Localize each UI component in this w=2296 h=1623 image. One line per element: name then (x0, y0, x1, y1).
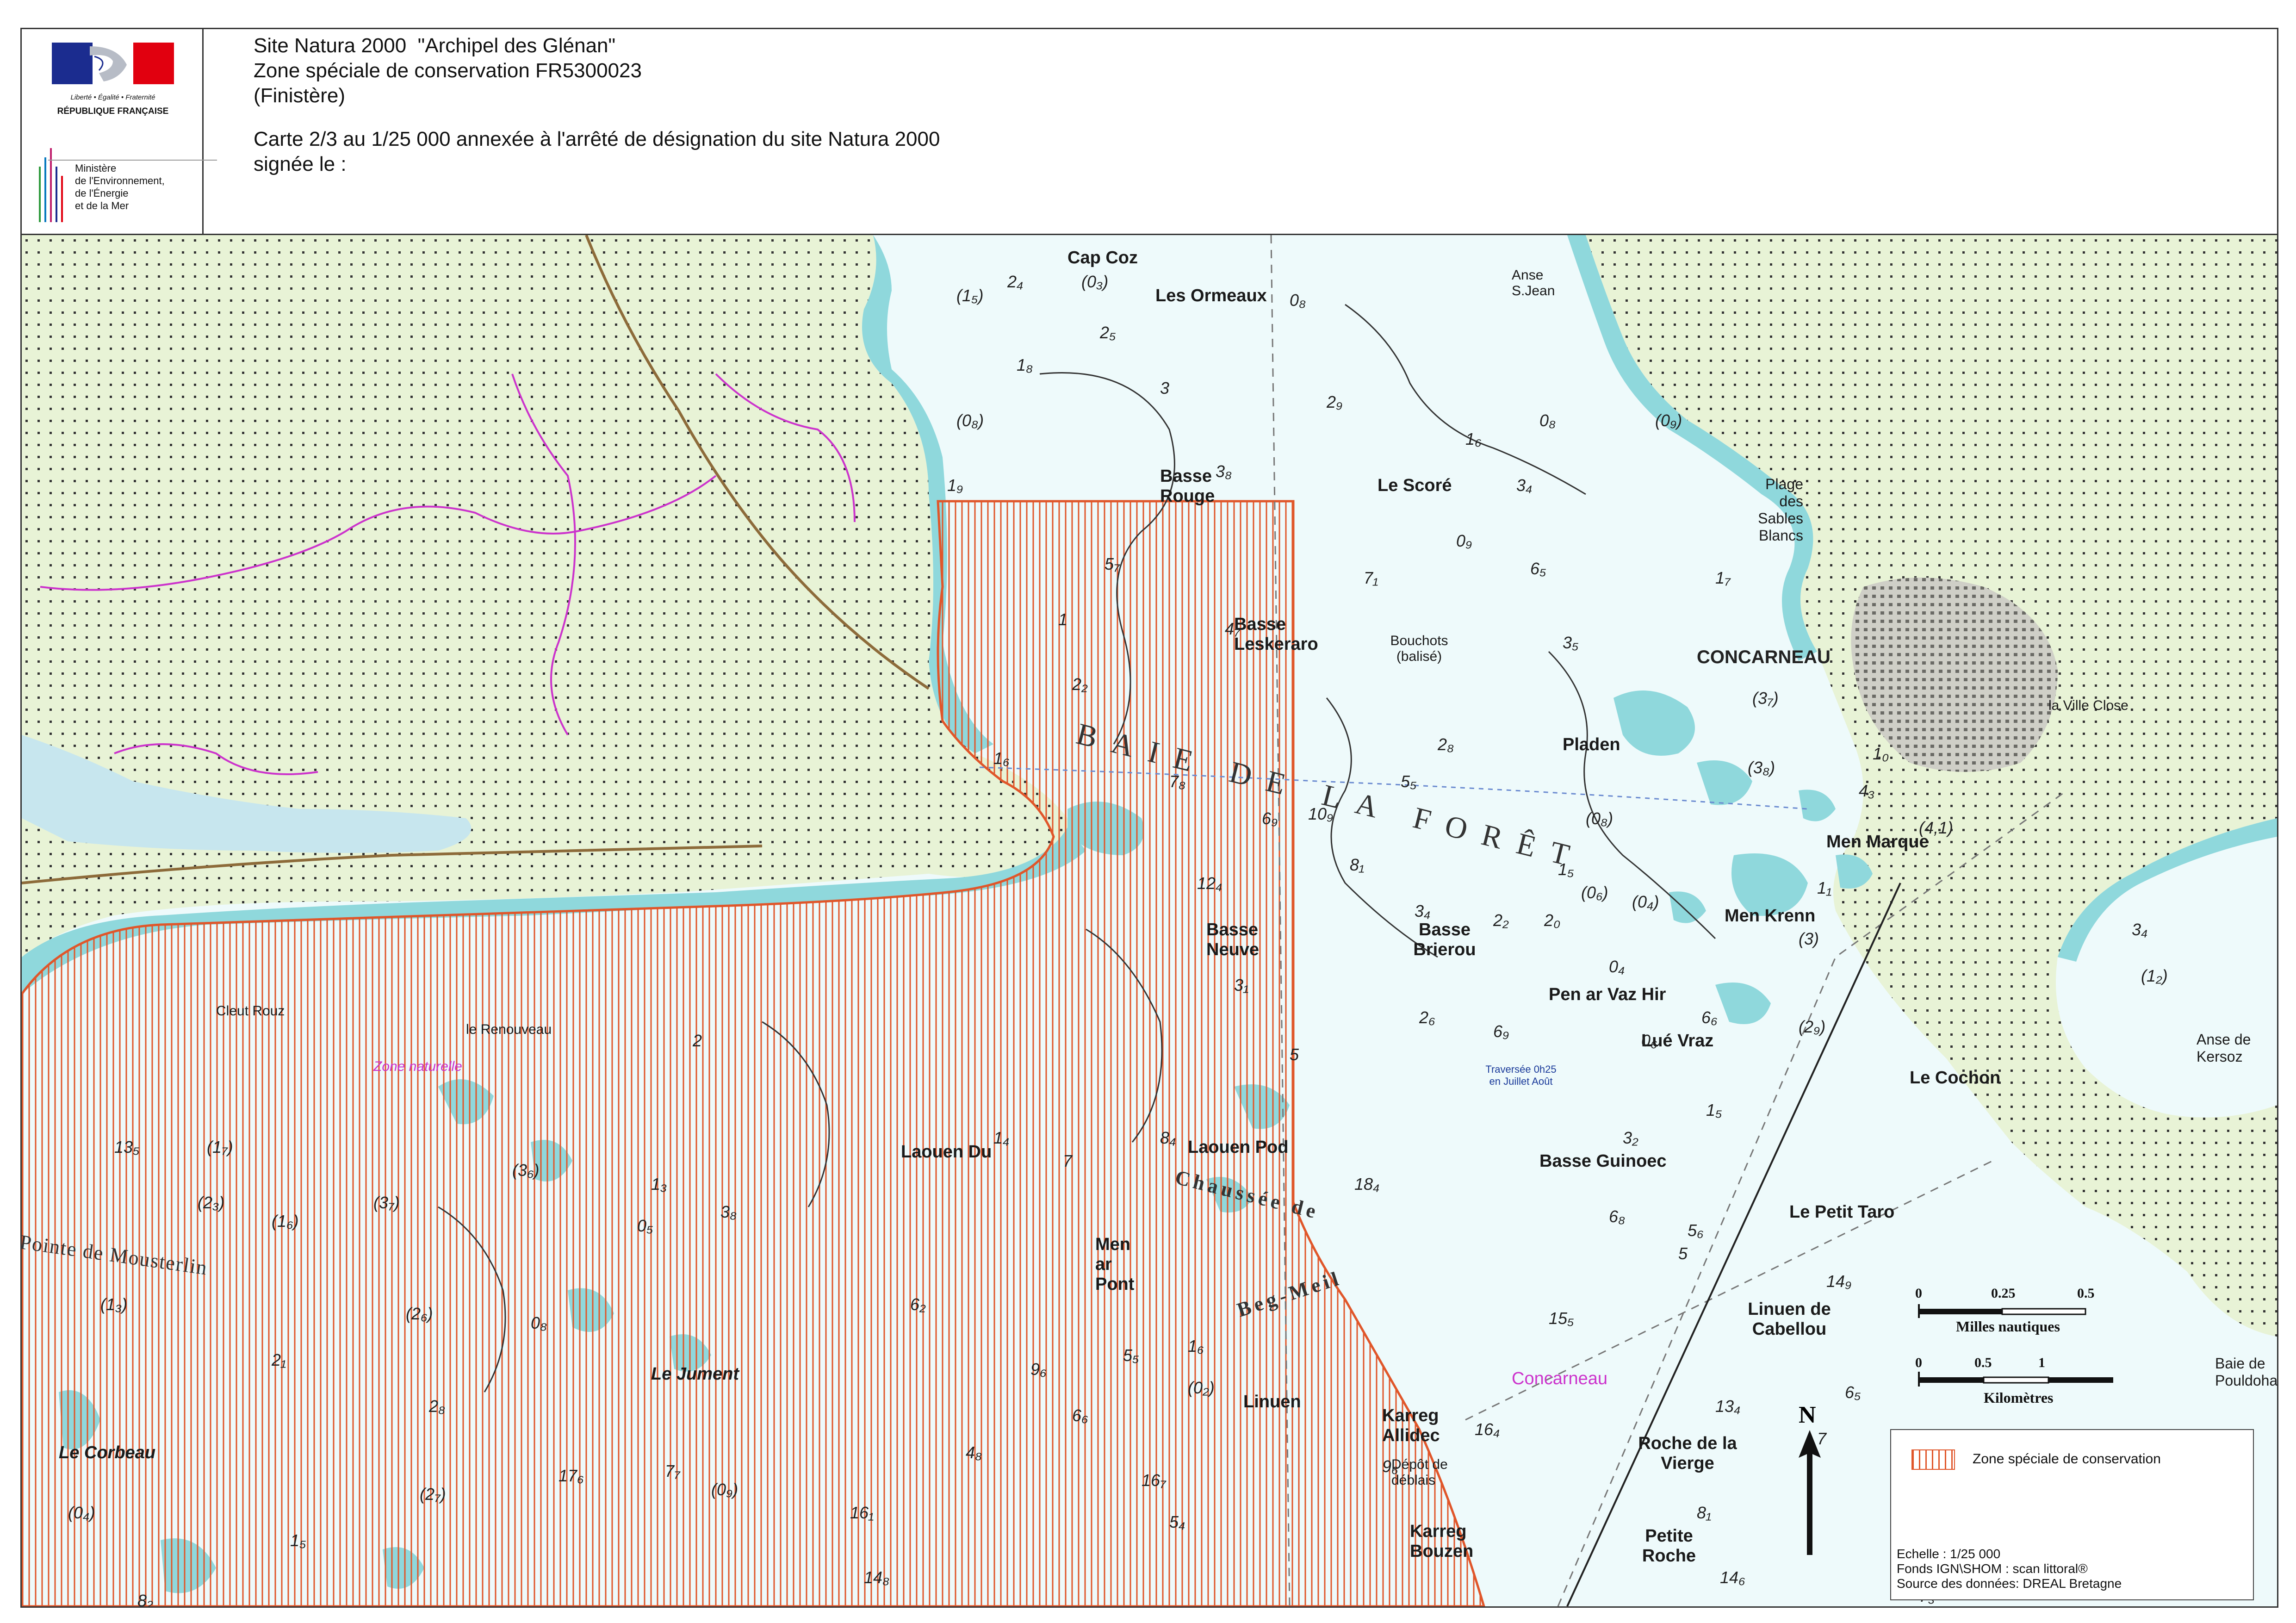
map-frame (20, 28, 2278, 1608)
